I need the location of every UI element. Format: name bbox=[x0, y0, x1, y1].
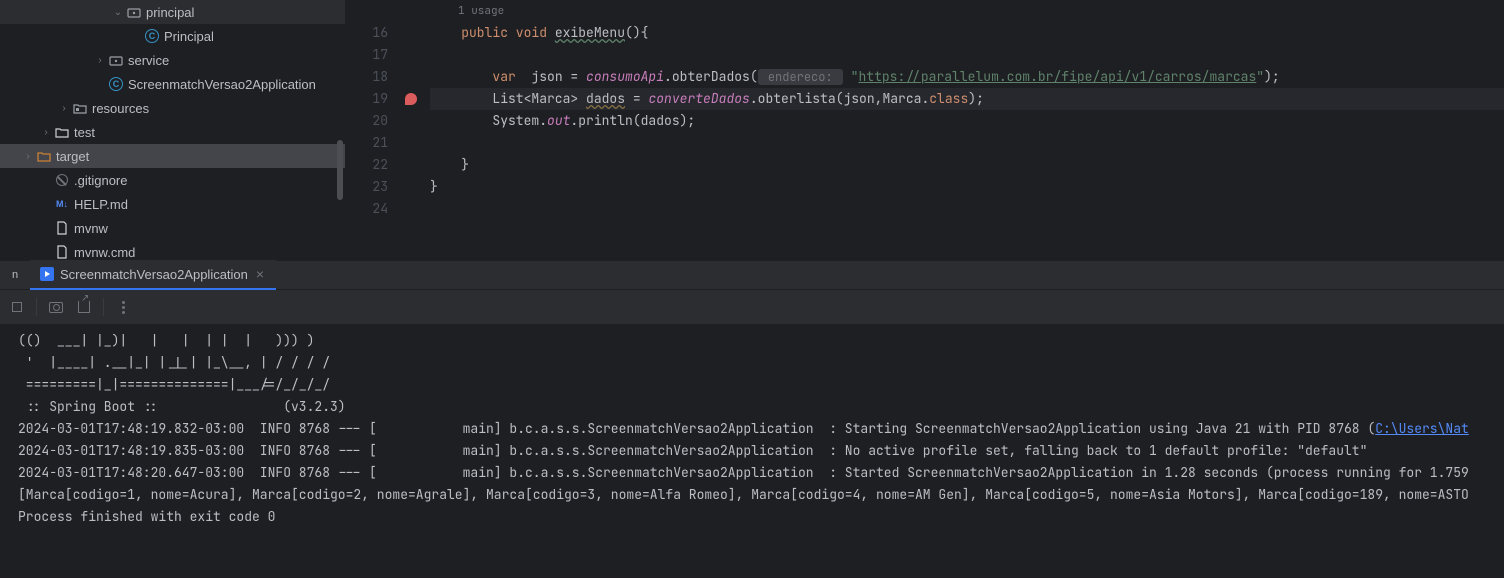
tree-item-label: Principal bbox=[164, 29, 214, 44]
tree-item[interactable]: › test bbox=[0, 120, 345, 144]
tree-item[interactable]: › resources bbox=[0, 96, 345, 120]
run-tabs-bar: n ScreenmatchVersao2Application × bbox=[0, 260, 1504, 290]
console-line: :: Spring Boot :: (v3.2.3) bbox=[18, 396, 1486, 418]
export-button[interactable] bbox=[71, 294, 97, 320]
file-icon bbox=[54, 244, 70, 260]
folder-icon bbox=[54, 124, 70, 140]
code-line[interactable] bbox=[430, 44, 1504, 66]
run-tab-active[interactable]: ScreenmatchVersao2Application × bbox=[30, 260, 276, 290]
error-bulb-icon[interactable] bbox=[405, 93, 417, 105]
class-icon: C bbox=[108, 76, 124, 92]
console-line: Process finished with exit code 0 bbox=[18, 506, 1486, 528]
resources-folder-icon bbox=[72, 100, 88, 116]
code-line[interactable] bbox=[430, 198, 1504, 220]
tree-item-label: principal bbox=[146, 5, 194, 20]
console-link[interactable]: C:\Users\Nat bbox=[1375, 420, 1469, 437]
console-line: 2024-03-01T17:48:19.832-03:00 INFO 8768 … bbox=[18, 418, 1486, 440]
console-line: (() ___| |_)| | | | | | ))) ) bbox=[18, 330, 1486, 352]
markdown-icon: M↓ bbox=[54, 196, 70, 212]
tree-item[interactable]: C Principal bbox=[0, 24, 345, 48]
tree-item[interactable]: C ScreenmatchVersao2Application bbox=[0, 72, 345, 96]
chevron-right-icon[interactable]: › bbox=[38, 127, 54, 138]
console-line: 2024-03-01T17:48:20.647-03:00 INFO 8768 … bbox=[18, 462, 1486, 484]
screenshot-button[interactable] bbox=[43, 294, 69, 320]
tree-item-label: test bbox=[74, 125, 95, 140]
code-line[interactable]: System.out.println(dados); bbox=[430, 110, 1504, 132]
console-line: =========|_|==============|___/=/_/_/_/ bbox=[18, 374, 1486, 396]
tree-item-label: mvnw.cmd bbox=[74, 245, 135, 260]
target-folder-icon bbox=[36, 148, 52, 164]
file-icon bbox=[54, 220, 70, 236]
tree-item-label: service bbox=[128, 53, 169, 68]
tree-item-label: resources bbox=[92, 101, 149, 116]
gutter-marks bbox=[400, 0, 422, 260]
code-line[interactable]: } bbox=[430, 154, 1504, 176]
code-editor[interactable]: 161718192021222324 1 usage public void e… bbox=[345, 0, 1504, 260]
console-output[interactable]: (() ___| |_)| | | | | | ))) ) ' |____| .… bbox=[0, 324, 1504, 578]
tree-item[interactable]: › service bbox=[0, 48, 345, 72]
usage-hint[interactable]: 1 usage bbox=[430, 0, 1504, 22]
chevron-right-icon[interactable]: › bbox=[56, 103, 72, 114]
tree-item-label: target bbox=[56, 149, 89, 164]
class-icon: C bbox=[144, 28, 160, 44]
run-config-icon bbox=[40, 267, 54, 281]
close-icon[interactable]: × bbox=[254, 266, 266, 282]
console-line: 2024-03-01T17:48:19.835-03:00 INFO 8768 … bbox=[18, 440, 1486, 462]
tree-item-label: mvnw bbox=[74, 221, 108, 236]
scrollbar[interactable] bbox=[337, 140, 343, 200]
package-icon bbox=[126, 4, 142, 20]
console-line: [Marca[codigo=1, nome=Acura], Marca[codi… bbox=[18, 484, 1486, 506]
project-tree[interactable]: ⌄ principal C Principal › service C Screenmatch… bbox=[0, 0, 345, 260]
stop-button[interactable] bbox=[4, 294, 30, 320]
console-line: ' |____| .__|_| |_|_| |_\__, | / / / / bbox=[18, 352, 1486, 374]
code-line[interactable]: } bbox=[430, 176, 1504, 198]
line-number-gutter: 161718192021222324 bbox=[345, 0, 400, 260]
tree-item-label: .gitignore bbox=[74, 173, 127, 188]
tree-item-label: ScreenmatchVersao2Application bbox=[128, 77, 316, 92]
tree-item[interactable]: ⌄ principal bbox=[0, 0, 345, 24]
gitignore-icon bbox=[54, 172, 70, 188]
tree-item[interactable]: M↓ HELP.md bbox=[0, 192, 345, 216]
run-tab-label: ScreenmatchVersao2Application bbox=[60, 267, 248, 282]
code-line[interactable]: var json = consumoApi.obterDados( endere… bbox=[430, 66, 1504, 88]
chevron-right-icon[interactable]: › bbox=[92, 55, 108, 66]
tree-item[interactable]: › target bbox=[0, 144, 345, 168]
code-content[interactable]: 1 usage public void exibeMenu(){ var jso… bbox=[422, 0, 1504, 260]
tree-item[interactable]: mvnw.cmd bbox=[0, 240, 345, 260]
run-tool-window: n ScreenmatchVersao2Application × (() __… bbox=[0, 260, 1504, 578]
tree-item-label: HELP.md bbox=[74, 197, 128, 212]
package-icon bbox=[108, 52, 124, 68]
chevron-down-icon[interactable]: ⌄ bbox=[110, 7, 126, 18]
separator bbox=[103, 298, 104, 316]
code-line[interactable] bbox=[430, 132, 1504, 154]
run-left-stub: n bbox=[0, 260, 30, 290]
more-button[interactable] bbox=[110, 294, 136, 320]
code-line[interactable]: List<Marca> dados = converteDados.obterl… bbox=[430, 88, 1504, 110]
code-line[interactable]: public void exibeMenu(){ bbox=[430, 22, 1504, 44]
tree-item[interactable]: mvnw bbox=[0, 216, 345, 240]
run-toolbar bbox=[0, 290, 1504, 324]
tree-item[interactable]: .gitignore bbox=[0, 168, 345, 192]
separator bbox=[36, 298, 37, 316]
chevron-right-icon[interactable]: › bbox=[20, 151, 36, 162]
